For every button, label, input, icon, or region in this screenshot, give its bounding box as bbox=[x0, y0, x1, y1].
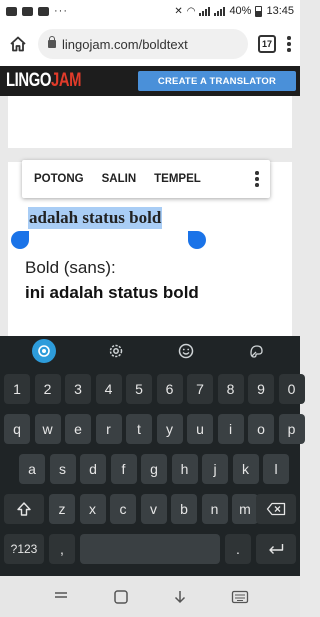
input-card bbox=[8, 96, 292, 148]
url-text: lingojam.com/boldtext bbox=[62, 36, 188, 52]
theme-palette-icon[interactable] bbox=[246, 340, 268, 362]
key-s[interactable]: s bbox=[49, 454, 76, 484]
text-selection-menu: POTONG SALIN TEMPEL bbox=[22, 160, 270, 198]
key-1[interactable]: 1 bbox=[4, 374, 30, 404]
logo-main-text: LINGO bbox=[6, 70, 51, 91]
notification-icons: ··· bbox=[6, 5, 68, 17]
clock: 13:45 bbox=[266, 5, 294, 17]
create-translator-button[interactable]: CREATE A TRANSLATOR bbox=[138, 71, 296, 91]
space-key[interactable] bbox=[80, 534, 220, 564]
key-d[interactable]: d bbox=[80, 454, 106, 484]
message-notification-icon bbox=[22, 6, 33, 16]
battery-icon bbox=[255, 5, 263, 17]
key-g[interactable]: g bbox=[141, 454, 167, 484]
selection-handle-end[interactable] bbox=[188, 231, 206, 249]
key-e[interactable]: e bbox=[65, 414, 91, 444]
key-q[interactable]: q bbox=[4, 414, 30, 444]
key-6[interactable]: 6 bbox=[156, 374, 183, 404]
system-icons: ✕ ◠ 40% 13:45 bbox=[174, 5, 294, 17]
key-m[interactable]: m bbox=[232, 494, 258, 524]
key-z[interactable]: z bbox=[49, 494, 75, 524]
key-u[interactable]: u bbox=[187, 414, 213, 444]
key-n[interactable]: n bbox=[201, 494, 228, 524]
keyboard-toolbar bbox=[0, 336, 300, 366]
key-p[interactable]: p bbox=[278, 414, 305, 444]
backspace-key[interactable] bbox=[256, 494, 296, 524]
symbols-key[interactable]: ?123 bbox=[4, 534, 44, 564]
browser-menu-icon[interactable] bbox=[286, 36, 292, 52]
key-2[interactable]: 2 bbox=[34, 374, 61, 404]
key-t[interactable]: t bbox=[126, 414, 152, 444]
recents-icon[interactable] bbox=[52, 590, 70, 604]
copy-menu-item[interactable]: SALIN bbox=[102, 173, 137, 185]
status-bar: ··· ✕ ◠ 40% 13:45 bbox=[0, 0, 300, 22]
key-y[interactable]: y bbox=[156, 414, 183, 444]
key-8[interactable]: 8 bbox=[217, 374, 244, 404]
key-f[interactable]: f bbox=[110, 454, 137, 484]
key-0[interactable]: 0 bbox=[278, 374, 305, 404]
soft-keyboard: 1 2 3 4 5 6 7 8 9 0 q w e r t y u i o p a s d f g h j k l z x c v b n m ?123… bbox=[0, 336, 305, 576]
home-button[interactable] bbox=[8, 34, 28, 54]
key-o[interactable]: o bbox=[248, 414, 274, 444]
bold-sans-output[interactable]: ini adalah status bold bbox=[25, 283, 199, 303]
lock-icon bbox=[48, 36, 56, 48]
key-b[interactable]: b bbox=[171, 494, 197, 524]
key-9[interactable]: 9 bbox=[248, 374, 274, 404]
key-c[interactable]: c bbox=[110, 494, 136, 524]
key-h[interactable]: h bbox=[171, 454, 198, 484]
selected-serif-bold-text[interactable]: adalah status bold bbox=[28, 207, 163, 229]
key-w[interactable]: w bbox=[34, 414, 61, 444]
home-icon bbox=[10, 36, 26, 52]
app-notification-icon bbox=[38, 6, 49, 16]
tab-switcher-button[interactable]: 17 bbox=[258, 35, 276, 53]
key-7[interactable]: 7 bbox=[187, 374, 213, 404]
hide-keyboard-icon[interactable] bbox=[172, 589, 188, 605]
shift-key[interactable] bbox=[4, 494, 44, 524]
key-a[interactable]: a bbox=[19, 454, 45, 484]
system-nav-bar bbox=[0, 576, 300, 617]
lingojam-logo[interactable]: LINGO JAM bbox=[6, 70, 81, 92]
keyboard-switch-icon[interactable] bbox=[231, 590, 249, 604]
more-notifications-icon: ··· bbox=[54, 5, 68, 17]
emoji-icon[interactable] bbox=[175, 340, 197, 362]
wifi-icon: ◠ bbox=[186, 5, 196, 17]
home-nav-icon[interactable] bbox=[113, 589, 129, 605]
gallery-notification-icon bbox=[6, 6, 17, 16]
cut-menu-item[interactable]: POTONG bbox=[34, 173, 84, 185]
key-3[interactable]: 3 bbox=[65, 374, 91, 404]
swiftkey-icon[interactable] bbox=[32, 339, 57, 363]
key-x[interactable]: x bbox=[79, 494, 106, 524]
key-l[interactable]: l bbox=[263, 454, 289, 484]
key-j[interactable]: j bbox=[202, 454, 228, 484]
more-options-icon[interactable] bbox=[254, 171, 260, 187]
site-header: LINGO JAM CREATE A TRANSLATOR bbox=[0, 66, 300, 96]
key-4[interactable]: 4 bbox=[95, 374, 122, 404]
bold-sans-label: Bold (sans): bbox=[25, 258, 116, 277]
signal-icon bbox=[199, 6, 211, 16]
key-5[interactable]: 5 bbox=[126, 374, 152, 404]
mute-icon: ✕ bbox=[174, 5, 183, 17]
browser-toolbar: lingojam.com/boldtext 17 bbox=[0, 22, 300, 66]
signal-2-icon bbox=[214, 6, 226, 16]
paste-menu-item[interactable]: TEMPEL bbox=[154, 173, 201, 185]
key-r[interactable]: r bbox=[95, 414, 122, 444]
address-bar[interactable]: lingojam.com/boldtext bbox=[38, 29, 248, 59]
enter-key[interactable] bbox=[256, 534, 296, 564]
selection-handle-start[interactable] bbox=[11, 231, 29, 249]
period-key[interactable]: . bbox=[225, 534, 251, 564]
key-v[interactable]: v bbox=[140, 494, 167, 524]
comma-key[interactable]: , bbox=[49, 534, 75, 564]
battery-percent: 40% bbox=[229, 5, 252, 17]
key-i[interactable]: i bbox=[217, 414, 244, 444]
key-k[interactable]: k bbox=[232, 454, 259, 484]
logo-accent-text: JAM bbox=[50, 70, 82, 91]
settings-gear-icon[interactable] bbox=[105, 340, 127, 362]
